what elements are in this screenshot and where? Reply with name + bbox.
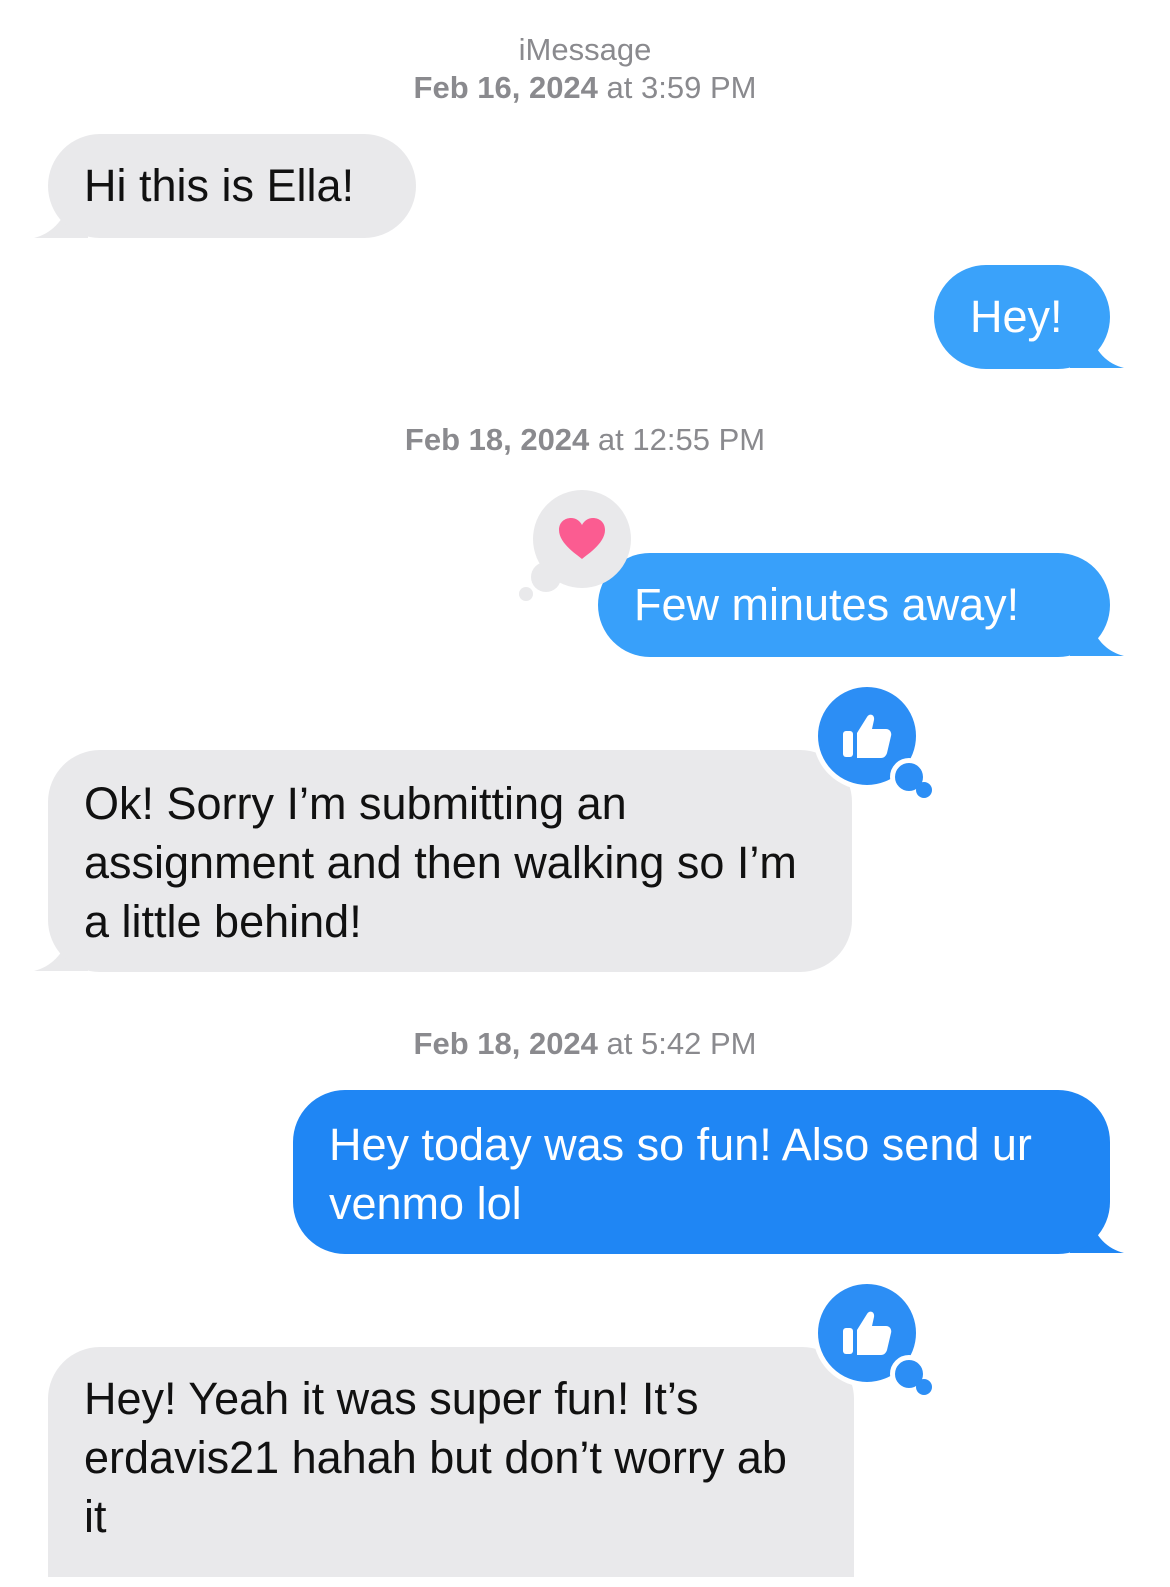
timestamp-at: at: [606, 1026, 633, 1061]
reaction-tail-dot: [916, 782, 932, 798]
timestamp-time: 3:59 PM: [641, 70, 757, 105]
message-text: Few minutes away!: [634, 579, 1020, 630]
timestamp-at: at: [597, 422, 624, 457]
timestamp-date: Feb 16, 2024: [413, 70, 598, 105]
message-text: Hey today was so fun! Also send ur venmo…: [329, 1119, 1032, 1229]
timestamp-date: Feb 18, 2024: [404, 422, 590, 457]
message-bubble-sent[interactable]: Few minutes away!: [598, 553, 1110, 657]
message-bubble-sent[interactable]: Hey!: [934, 265, 1110, 369]
conversation-service-label: iMessage: [0, 30, 1170, 70]
timestamp-time: 5:42 PM: [641, 1026, 757, 1061]
message-text: Hi this is Ella!: [84, 160, 355, 211]
message-bubble-received[interactable]: Hi this is Ella!: [48, 134, 416, 238]
reaction-tail-dot: [531, 562, 561, 592]
reaction-tail-dot: [519, 587, 533, 601]
timestamp: Feb 18, 2024 at 5:42 PM: [0, 1024, 1170, 1064]
message-bubble-received[interactable]: Ok! Sorry I’m submitting an assignment a…: [48, 750, 852, 972]
timestamp-time: 12:55 PM: [632, 422, 766, 457]
heart-icon: [559, 518, 605, 559]
message-bubble-sent[interactable]: Hey today was so fun! Also send ur venmo…: [293, 1090, 1110, 1254]
timestamp-date: Feb 18, 2024: [413, 1026, 598, 1061]
message-text: Ok! Sorry I’m submitting an assignment a…: [84, 778, 797, 947]
timestamp-at: at: [606, 70, 633, 105]
service-name: iMessage: [518, 32, 652, 67]
thumbs-up-icon: [843, 1311, 892, 1355]
message-text: Hey! Yeah it was super fun! It’s erdavis…: [84, 1373, 787, 1542]
message-bubble-received[interactable]: Hey! Yeah it was super fun! It’s erdavis…: [48, 1347, 854, 1577]
thumbs-up-icon: [843, 714, 892, 758]
timestamp-header: Feb 16, 2024 at 3:59 PM: [0, 68, 1170, 108]
reaction-tail-dot: [916, 1379, 932, 1395]
timestamp: Feb 18, 2024 at 12:55 PM: [0, 420, 1170, 460]
message-text: Hey!: [970, 291, 1063, 342]
